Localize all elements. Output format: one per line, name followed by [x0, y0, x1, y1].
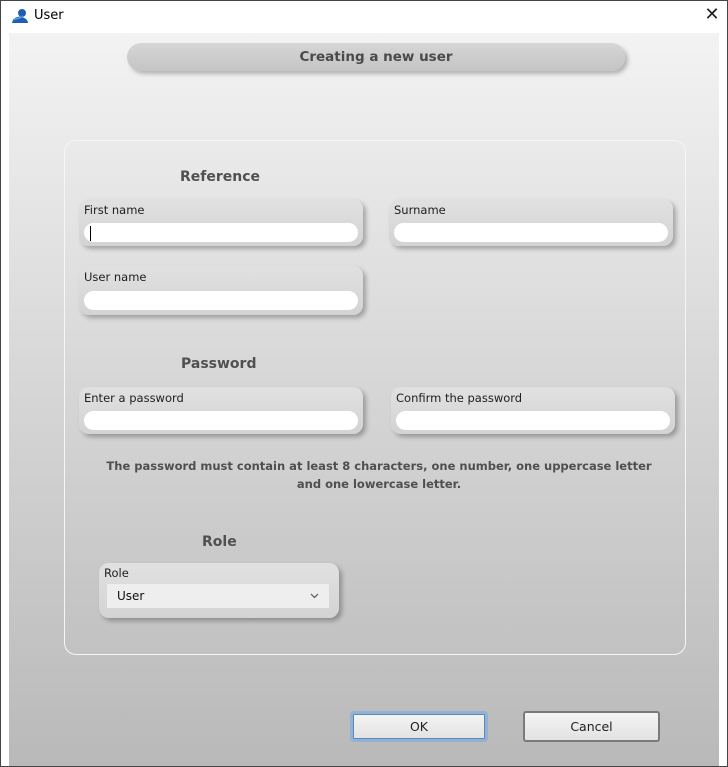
window-title: User [34, 8, 64, 23]
password-hint-line-2: and one lowercase letter. [296, 477, 462, 491]
enter-password-field: Enter a password [79, 387, 363, 434]
title-bar: User ✕ [1, 1, 727, 31]
close-button[interactable]: ✕ [697, 1, 727, 31]
password-requirements: The password must contain at least 8 cha… [99, 457, 659, 493]
user-name-label: User name [84, 270, 147, 284]
confirm-password-label: Confirm the password [396, 391, 523, 405]
password-section-title: Password [181, 356, 257, 372]
role-select[interactable]: User [107, 584, 329, 608]
text-caret [90, 226, 91, 241]
first-name-input[interactable] [84, 223, 358, 242]
first-name-field: First name [79, 199, 363, 246]
confirm-password-field: Confirm the password [391, 387, 675, 434]
confirm-password-input[interactable] [396, 411, 670, 430]
user-app-icon [11, 8, 29, 24]
dialog-body: Creating a new user Reference First name… [9, 33, 719, 766]
first-name-label: First name [84, 203, 145, 217]
user-name-field: User name [79, 266, 363, 315]
ok-button[interactable]: OK [350, 711, 488, 742]
password-hint-line-1: The password must contain at least 8 cha… [106, 459, 652, 473]
user-name-input[interactable] [84, 291, 358, 310]
enter-password-label: Enter a password [84, 391, 184, 405]
surname-label: Surname [394, 203, 446, 217]
role-section-title: Role [202, 534, 237, 550]
role-selected-value: User [117, 589, 145, 603]
surname-field: Surname [389, 199, 673, 246]
surname-input[interactable] [394, 223, 668, 242]
page-title: Creating a new user [127, 43, 625, 71]
reference-section-title: Reference [180, 169, 261, 185]
role-label: Role [104, 566, 129, 580]
close-icon: ✕ [704, 4, 720, 25]
cancel-button[interactable]: Cancel [523, 711, 660, 742]
user-dialog: User ✕ Creating a new user Reference Fir… [0, 0, 728, 767]
enter-password-input[interactable] [84, 411, 358, 430]
chevron-down-icon [310, 584, 319, 618]
role-field: Role User [99, 563, 339, 618]
